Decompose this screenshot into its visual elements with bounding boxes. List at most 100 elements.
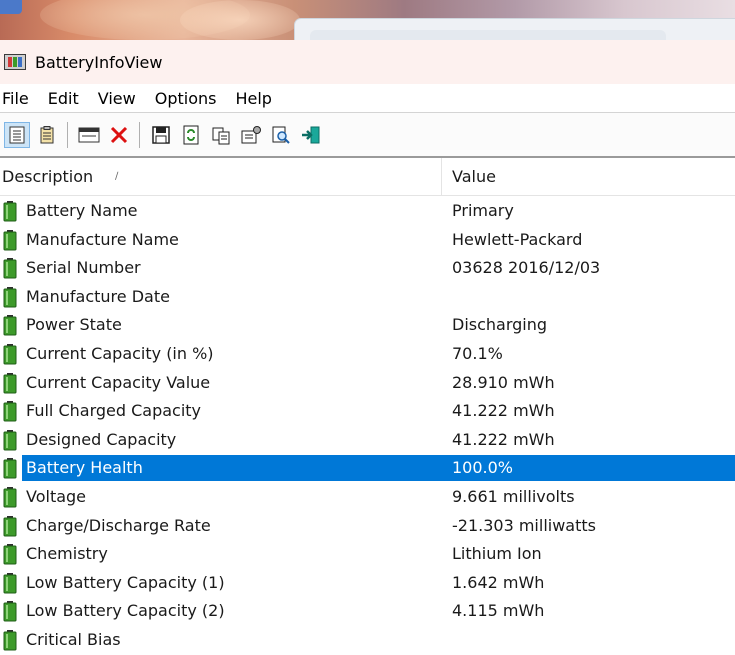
column-divider[interactable] — [441, 158, 442, 196]
list-item[interactable]: Chemistry Lithium Ion — [0, 540, 735, 569]
battery-info-list: Battery Name Primary Manufacture Name Hewle… — [0, 197, 735, 655]
find-icon — [272, 126, 290, 144]
row-description: Serial Number — [26, 258, 141, 278]
exit-button[interactable] — [298, 122, 324, 148]
row-description: Power State — [26, 315, 122, 335]
list-header: Description ∕ Value — [0, 158, 735, 196]
list-item[interactable]: Current Capacity (in %) 70.1% — [0, 340, 735, 369]
list-item[interactable]: Designed Capacity 41.222 mWh — [0, 426, 735, 455]
list-view-button[interactable] — [4, 121, 30, 148]
window-title: BatteryInfoView — [35, 52, 163, 72]
battery-icon — [3, 286, 17, 308]
save-disk-icon — [152, 125, 170, 144]
list-item[interactable]: Voltage 9.661 millivolts — [0, 483, 735, 512]
row-value: 100.0% — [452, 458, 514, 478]
row-description: Full Charged Capacity — [26, 401, 202, 421]
list-item[interactable]: Charge/Discharge Rate -21.303 milliwatts — [0, 512, 735, 541]
row-value: Discharging — [452, 315, 548, 335]
title-bar[interactable]: BatteryInfoView — [0, 40, 735, 84]
properties-window-icon — [78, 127, 100, 142]
battery-icon — [3, 629, 17, 651]
exit-icon — [302, 126, 320, 143]
desktop-icon-corner — [0, 0, 22, 14]
delete-button[interactable] — [106, 122, 132, 148]
list-item[interactable]: Battery Health 100.0% — [0, 454, 735, 483]
save-button[interactable] — [148, 122, 174, 148]
battery-icon — [3, 601, 17, 622]
list-item[interactable]: Serial Number 03628 2016/12/03 — [0, 254, 735, 283]
find-button[interactable] — [268, 122, 294, 148]
menu-bar: File Edit View Options Help — [0, 84, 735, 112]
toolbar — [0, 112, 735, 158]
background-window-field — [310, 30, 666, 40]
battery-icon — [3, 401, 17, 422]
list-view-icon — [9, 126, 25, 143]
list-item[interactable]: Full Charged Capacity 41.222 mWh — [0, 397, 735, 426]
row-value: Hewlett-Packard — [452, 229, 583, 249]
battery-icon — [3, 429, 17, 451]
menu-view[interactable]: View — [98, 89, 142, 108]
battery-icon — [3, 343, 17, 365]
details-view-icon — [40, 125, 54, 143]
row-value: 41.222 mWh — [452, 401, 555, 421]
battery-icon — [3, 229, 17, 251]
battery-icon — [3, 572, 17, 594]
toolbar-separator — [139, 121, 140, 148]
row-description: Battery Health — [26, 458, 143, 478]
list-item[interactable]: Current Capacity Value 28.910 mWh — [0, 369, 735, 398]
list-item[interactable]: Manufacture Name Hewlett-Packard — [0, 226, 735, 255]
row-value: 03628 2016/12/03 — [452, 258, 601, 278]
battery-icon — [3, 315, 17, 336]
battery-app-icon — [4, 54, 26, 70]
details-view-button[interactable] — [34, 122, 60, 148]
row-description: Current Capacity (in %) — [26, 343, 214, 363]
list-item[interactable]: Low Battery Capacity (2) 4.115 mWh — [0, 597, 735, 626]
row-value: -21.303 milliwatts — [452, 515, 596, 535]
row-description: Chemistry — [26, 544, 108, 564]
battery-icon — [3, 372, 17, 394]
row-description: Designed Capacity — [26, 429, 177, 449]
refresh-icon — [183, 125, 199, 144]
battery-icon — [3, 258, 17, 279]
toolbar-separator — [67, 121, 68, 148]
list-item[interactable]: Critical Bias — [0, 626, 735, 655]
column-header-description[interactable]: Description — [2, 158, 93, 196]
row-description: Manufacture Name — [26, 229, 179, 249]
row-value: 4.115 mWh — [452, 601, 545, 621]
row-value: Primary — [452, 201, 514, 220]
menu-help[interactable]: Help — [235, 89, 277, 108]
menu-file[interactable]: File — [2, 89, 35, 108]
row-description: Voltage — [26, 486, 87, 506]
row-value: 28.910 mWh — [452, 372, 555, 392]
row-description: Low Battery Capacity (2) — [26, 601, 225, 621]
list-item[interactable]: Power State Discharging — [0, 311, 735, 340]
column-header-value[interactable]: Value — [452, 158, 496, 196]
battery-icon — [3, 544, 17, 565]
list-item[interactable]: Battery Name Primary — [0, 197, 735, 226]
desktop-background — [0, 0, 735, 40]
list-item[interactable]: Low Battery Capacity (1) 1.642 mWh — [0, 569, 735, 598]
main-window: BatteryInfoView File Edit View Options H… — [0, 40, 735, 655]
row-description: Charge/Discharge Rate — [26, 515, 211, 535]
battery-icon — [3, 458, 17, 479]
row-description: Current Capacity Value — [26, 372, 211, 392]
battery-icon — [3, 515, 17, 537]
list-item[interactable]: Manufacture Date — [0, 283, 735, 312]
row-description: Battery Name — [26, 201, 138, 220]
sort-indicator-icon: ∕ — [115, 171, 119, 182]
settings-button[interactable] — [238, 122, 264, 148]
row-value: 70.1% — [452, 343, 503, 363]
menu-edit[interactable]: Edit — [48, 89, 85, 108]
copy-icon — [212, 127, 230, 144]
battery-icon — [3, 201, 17, 222]
properties-window-button[interactable] — [76, 122, 102, 148]
battery-icon — [3, 486, 17, 508]
desktop-cloud — [180, 0, 300, 40]
settings-properties-icon — [241, 125, 261, 143]
row-value: 1.642 mWh — [452, 572, 545, 592]
row-description: Critical Bias — [26, 629, 121, 649]
refresh-button[interactable] — [178, 122, 204, 148]
menu-options[interactable]: Options — [155, 89, 223, 108]
delete-red-x-icon — [110, 126, 128, 143]
copy-button[interactable] — [208, 122, 234, 148]
